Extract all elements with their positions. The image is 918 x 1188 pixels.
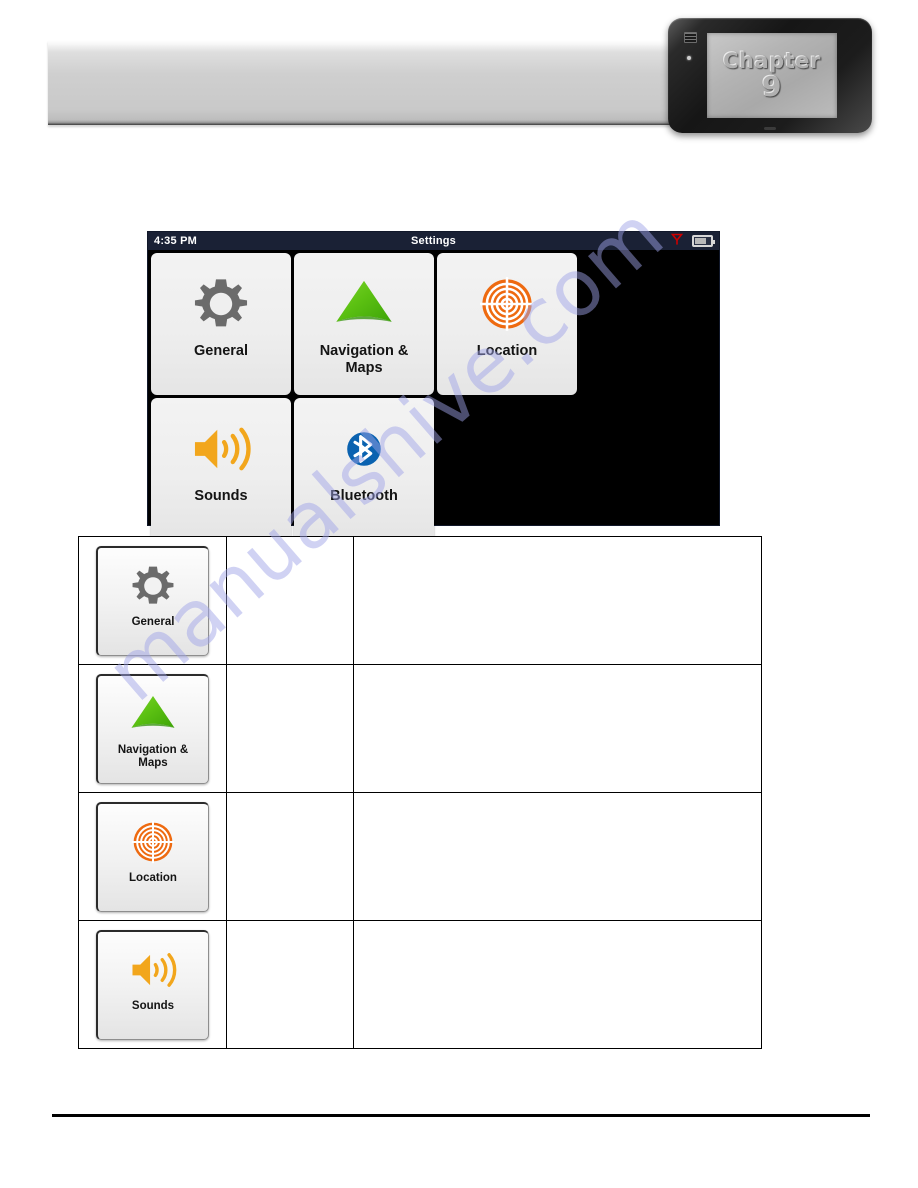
status-bar-indicators — [670, 232, 715, 251]
tile-general[interactable]: General — [151, 253, 291, 395]
target-icon — [479, 273, 535, 335]
legend-cell-description — [353, 664, 762, 793]
chapter-device-screen: Chapter 9 — [707, 33, 837, 118]
front-camera-icon — [687, 56, 691, 60]
settings-legend-table: General Navigation & Maps Location Sound… — [78, 536, 762, 1049]
tile-label-bluetooth: Bluetooth — [330, 488, 398, 504]
table-row: Location — [78, 792, 762, 921]
legend-button-label: General — [131, 615, 175, 628]
nav-arrow-icon — [331, 273, 397, 335]
legend-button-location[interactable]: Location — [96, 801, 209, 912]
table-row: General — [78, 536, 762, 665]
legend-cell-description — [353, 920, 762, 1049]
legend-cell-middle — [226, 664, 354, 793]
tile-sounds[interactable]: Sounds — [151, 398, 291, 540]
legend-button-general[interactable]: General — [96, 545, 209, 656]
speaker-grille-icon — [684, 32, 697, 43]
gear-icon — [193, 273, 249, 335]
legend-cell-icon-sounds: Sounds — [78, 920, 227, 1049]
gear-icon — [131, 560, 175, 612]
bluetooth-icon — [336, 418, 392, 480]
legend-cell-description — [353, 536, 762, 665]
target-icon — [131, 816, 175, 868]
tile-label-general: General — [194, 343, 248, 359]
legend-cell-icon-general: General — [78, 536, 227, 665]
banner-gloss — [48, 40, 748, 52]
tile-bluetooth[interactable]: Bluetooth — [294, 398, 434, 540]
table-row: Navigation & Maps — [78, 664, 762, 793]
legend-button-label: Navigation & Maps — [117, 743, 189, 770]
status-bar-title: Settings — [411, 235, 456, 247]
footer-divider — [52, 1114, 870, 1117]
status-bar: 4:35 PM Settings — [148, 232, 719, 250]
battery-icon — [692, 235, 715, 247]
nav-arrow-icon — [127, 688, 179, 740]
home-button-icon — [764, 127, 776, 130]
tile-navigation-maps[interactable]: Navigation & Maps — [294, 253, 434, 395]
chapter-number: 9 — [762, 69, 782, 103]
tile-location[interactable]: Location — [437, 253, 577, 395]
speaker-icon — [190, 418, 252, 480]
speaker-icon — [128, 944, 178, 996]
legend-cell-middle — [226, 536, 354, 665]
legend-cell-icon-location: Location — [78, 792, 227, 921]
page-header-banner — [48, 40, 748, 125]
chapter-device-image: Chapter 9 — [668, 18, 872, 133]
antenna-signal-icon — [670, 232, 684, 251]
tile-label-location: Location — [476, 343, 538, 359]
settings-tile-grid: General Navigation & Maps Location Sound… — [148, 250, 719, 540]
legend-cell-icon-navigation-maps: Navigation & Maps — [78, 664, 227, 793]
legend-cell-middle — [226, 792, 354, 921]
table-row: Sounds — [78, 920, 762, 1049]
battery-fill — [695, 238, 706, 244]
legend-cell-description — [353, 792, 762, 921]
legend-button-navigation-maps[interactable]: Navigation & Maps — [96, 673, 209, 784]
legend-button-label: Location — [129, 871, 177, 884]
status-bar-time: 4:35 PM — [154, 235, 197, 247]
tile-label-sounds: Sounds — [194, 488, 248, 504]
legend-cell-middle — [226, 920, 354, 1049]
legend-button-sounds[interactable]: Sounds — [96, 929, 209, 1040]
legend-button-label: Sounds — [131, 999, 175, 1012]
tile-label-navigation-maps: Navigation & Maps — [319, 343, 409, 376]
settings-screen: 4:35 PM Settings General Navigation & Ma… — [147, 231, 720, 540]
chapter-label: Chapter — [723, 48, 821, 73]
